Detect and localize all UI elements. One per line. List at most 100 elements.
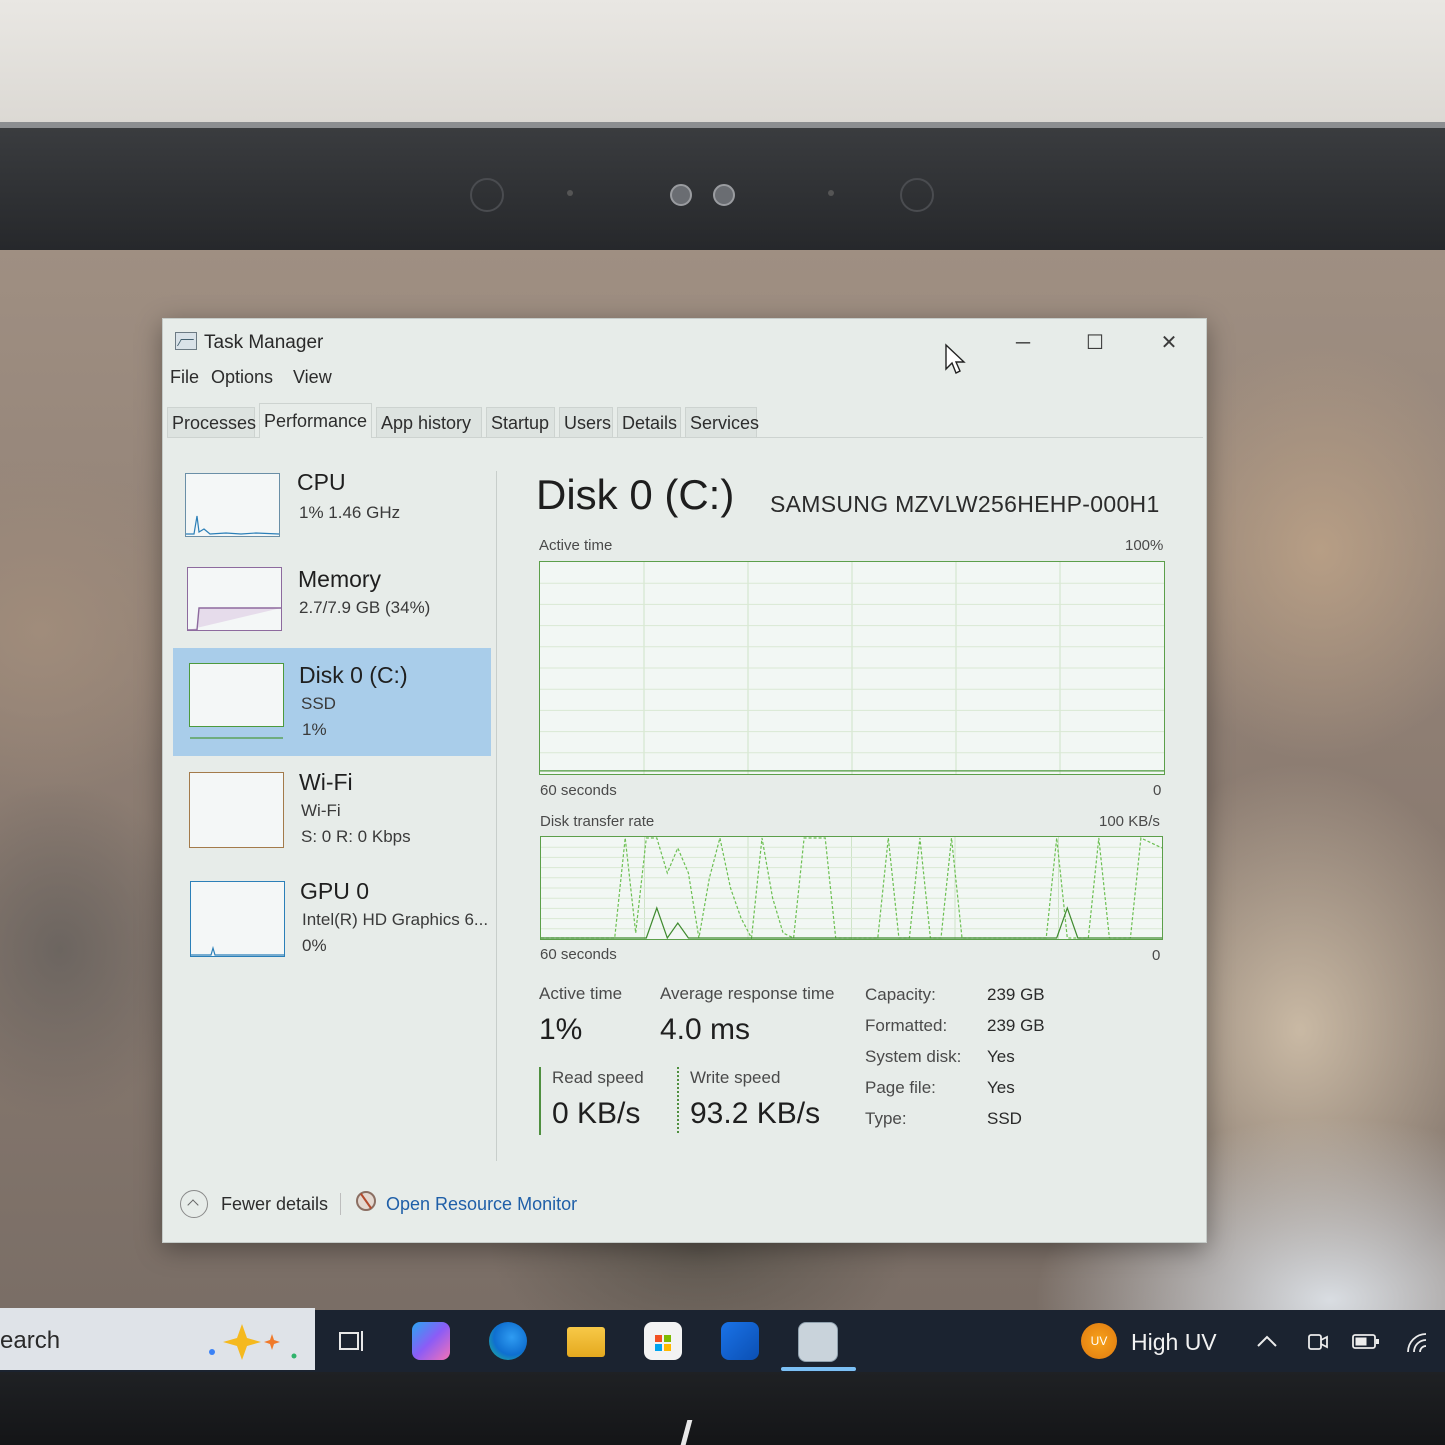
tab-bar: Processes Performance App history Startu…	[167, 403, 1203, 438]
sensor-dot-icon-2	[828, 190, 834, 196]
read-speed-label: Read speed	[552, 1068, 644, 1087]
sidebar-item-gpu-0[interactable]: GPU 0 Intel(R) HD Graphics 6... 0%	[173, 878, 491, 982]
screen-bezel-top	[0, 122, 1445, 250]
formatted-label: Formatted:	[865, 1016, 948, 1035]
sidebar-item-disk-0[interactable]: Disk 0 (C:) SSD 1%	[173, 648, 491, 756]
task-manager-window: Task Manager ─ ☐ ✕ File Options View Pro…	[162, 318, 1207, 1243]
active-time-chart-max: 100%	[1125, 537, 1164, 554]
tab-app-history[interactable]: App history	[376, 407, 482, 437]
sensor-dot-icon	[567, 190, 573, 196]
transfer-chart-min: 0	[1152, 947, 1161, 964]
active-time-label: Active time	[539, 984, 623, 1003]
cpu-thumbnail-graph	[185, 473, 280, 537]
task-manager-icon	[175, 332, 197, 350]
active-app-indicator	[781, 1367, 856, 1371]
sidebar-item-label: CPU	[297, 469, 346, 495]
sidebar-item-label: Disk 0 (C:)	[299, 662, 408, 688]
sidebar-divider	[496, 471, 497, 1161]
avg-response-label: Average response time	[660, 984, 835, 1003]
page-file-value: Yes	[987, 1078, 1015, 1097]
footer-divider	[340, 1193, 341, 1215]
resource-monitor-icon[interactable]	[356, 1191, 376, 1211]
tab-startup[interactable]: Startup	[486, 407, 555, 437]
copilot-icon[interactable]	[412, 1322, 450, 1360]
window-title: Task Manager	[204, 332, 324, 353]
weather-text[interactable]: High UV	[1131, 1329, 1217, 1356]
transfer-chart-window: 60 seconds	[540, 946, 617, 963]
minimize-button[interactable]: ─	[993, 325, 1053, 361]
sidebar-item-detail: Wi-Fi	[301, 801, 341, 820]
sidebar-item-detail-2: 1%	[302, 720, 327, 739]
sidebar-item-wifi[interactable]: Wi-Fi Wi-Fi S: 0 R: 0 Kbps	[173, 769, 491, 873]
page-file-label: Page file:	[865, 1078, 936, 1097]
sidebar-item-detail: SSD	[301, 694, 336, 713]
camera-tray-icon[interactable]	[1306, 1330, 1330, 1354]
system-disk-value: Yes	[987, 1047, 1015, 1066]
wifi-icon[interactable]	[1404, 1330, 1434, 1354]
sidebar-item-label: Wi-Fi	[299, 769, 353, 795]
avg-response-value: 4.0 ms	[660, 1013, 751, 1046]
search-input-text[interactable]: earch	[0, 1327, 60, 1355]
active-time-chart-window: 60 seconds	[540, 782, 617, 799]
sidebar-item-detail: 1% 1.46 GHz	[299, 503, 401, 522]
menu-file[interactable]: File	[170, 367, 199, 388]
active-time-chart-label: Active time	[539, 537, 613, 554]
write-speed-value: 93.2 KB/s	[690, 1097, 821, 1130]
sidebar-item-detail: 2.7/7.9 GB (34%)	[299, 598, 431, 617]
outlook-icon[interactable]	[721, 1322, 759, 1360]
capacity-value: 239 GB	[987, 985, 1045, 1004]
sensor-icon-2	[900, 178, 934, 212]
disk-model: SAMSUNG MZVLW256HEHP-000H1	[770, 491, 1160, 517]
menu-view[interactable]: View	[293, 367, 332, 388]
type-value: SSD	[987, 1109, 1022, 1128]
edge-browser-icon[interactable]	[489, 1322, 527, 1360]
tab-details[interactable]: Details	[617, 407, 681, 437]
gpu-thumbnail-graph	[190, 881, 285, 957]
type-label: Type:	[865, 1109, 907, 1128]
write-speed-indicator	[677, 1067, 679, 1133]
sidebar-item-cpu[interactable]: CPU 1% 1.46 GHz	[173, 469, 491, 573]
microsoft-store-icon[interactable]	[644, 1322, 682, 1360]
device-edge	[0, 122, 1445, 128]
tab-users[interactable]: Users	[559, 407, 613, 437]
task-view-icon[interactable]	[338, 1327, 368, 1355]
fewer-details-link[interactable]: Fewer details	[221, 1194, 328, 1215]
disk-thumbnail-graph	[189, 663, 284, 739]
wifi-thumbnail-graph	[189, 772, 284, 848]
page-title: Disk 0 (C:)	[536, 471, 735, 518]
sidebar-item-label: Memory	[298, 566, 382, 592]
sidebar-item-detail-2: S: 0 R: 0 Kbps	[301, 827, 411, 846]
tab-services[interactable]: Services	[685, 407, 759, 437]
close-button[interactable]: ✕	[1139, 325, 1199, 361]
task-manager-taskbar-icon[interactable]	[798, 1322, 838, 1362]
file-explorer-icon[interactable]	[567, 1327, 605, 1357]
maximize-button[interactable]: ☐	[1065, 325, 1125, 361]
chevron-up-icon[interactable]	[1256, 1333, 1278, 1349]
title-bar[interactable]: Task Manager ─ ☐ ✕	[163, 319, 1206, 365]
transfer-rate-chart	[540, 836, 1163, 940]
background-wall	[0, 0, 1445, 122]
screen-bezel-bottom	[0, 1372, 1445, 1445]
mouse-cursor-icon	[945, 343, 966, 374]
memory-thumbnail-graph	[187, 567, 282, 631]
copilot-sparkle-icon	[209, 1324, 297, 1360]
battery-icon[interactable]	[1352, 1333, 1380, 1351]
capacity-label: Capacity:	[865, 985, 936, 1004]
open-resource-monitor-link[interactable]: Open Resource Monitor	[386, 1194, 577, 1215]
transfer-chart-max: 100 KB/s	[1099, 813, 1160, 830]
write-speed-label: Write speed	[690, 1068, 781, 1087]
sidebar-item-detail-2: 0%	[302, 936, 327, 955]
camera-icon-2	[713, 184, 735, 206]
sidebar-item-detail: Intel(R) HD Graphics 6...	[302, 910, 489, 929]
read-speed-value: 0 KB/s	[552, 1097, 641, 1130]
active-time-value: 1%	[539, 1013, 583, 1046]
formatted-value: 239 GB	[987, 1016, 1045, 1035]
tab-performance[interactable]: Performance	[259, 403, 372, 438]
sensor-icon	[470, 178, 504, 212]
tab-processes[interactable]: Processes	[167, 407, 256, 437]
menu-options[interactable]: Options	[211, 367, 273, 388]
chevron-up-icon[interactable]	[180, 1190, 208, 1218]
transfer-chart-label: Disk transfer rate	[540, 813, 655, 830]
active-time-chart	[539, 561, 1165, 775]
uv-weather-badge[interactable]: UV	[1081, 1323, 1117, 1359]
